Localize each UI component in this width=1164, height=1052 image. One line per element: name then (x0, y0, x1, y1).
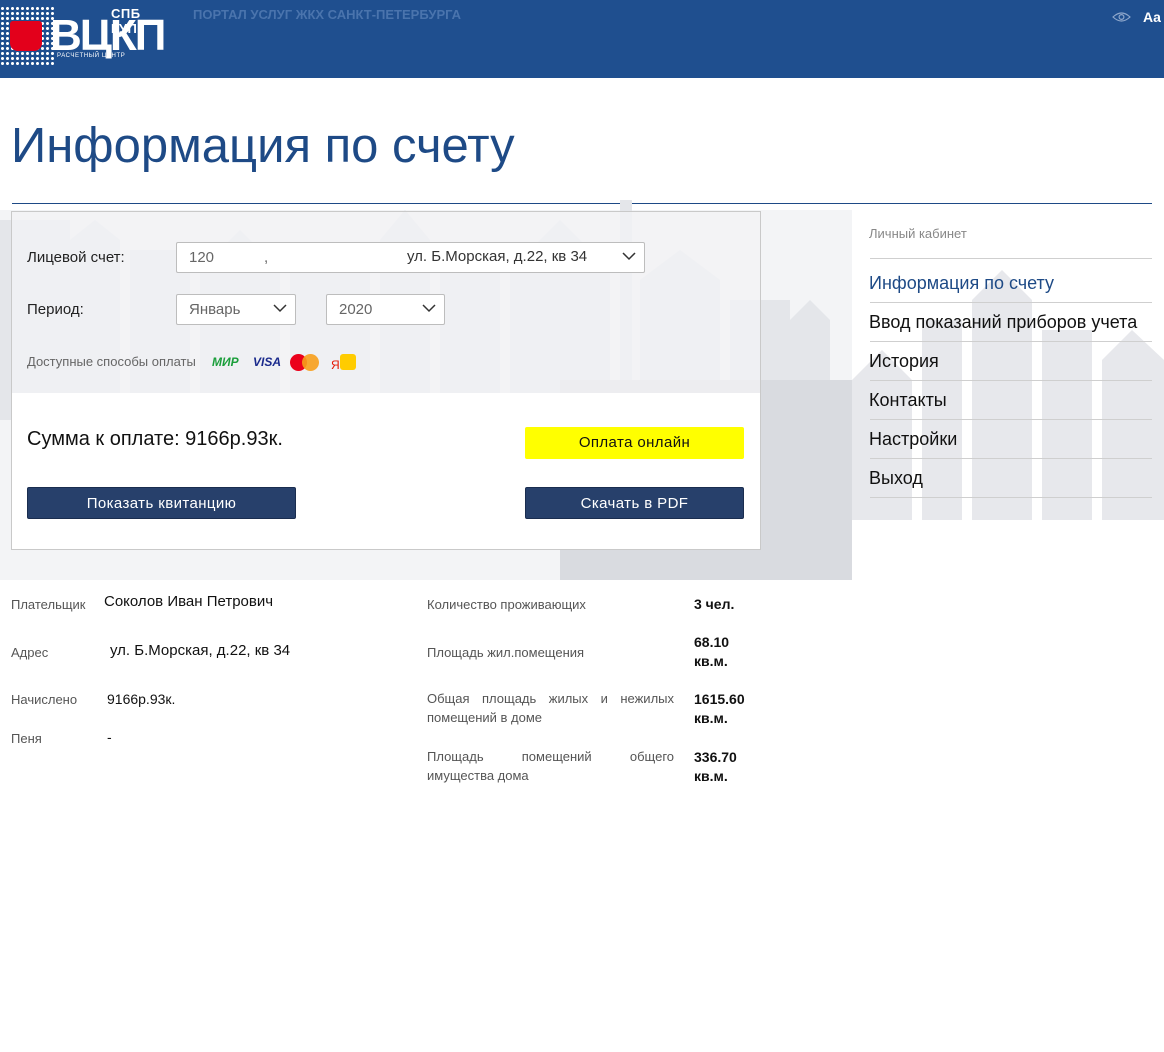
sidebar-divider (870, 258, 1152, 259)
sidebar-item-meter-readings[interactable]: Ввод показаний приборов учета (869, 312, 1137, 333)
sidebar-divider (870, 419, 1152, 420)
top-header: СПБ ГУП ВЦКП РАСЧЕТНЫЙ ЦЕНТР ПОРТАЛ УСЛУ… (0, 0, 1164, 78)
charged-label: Начислено (11, 692, 78, 707)
mastercard-logo-icon (290, 354, 320, 371)
month-value: Январь (189, 301, 241, 318)
amount-due: Сумма к оплате: 9166р.93к. (27, 428, 283, 450)
sidebar-item-settings[interactable]: Настройки (869, 429, 957, 450)
year-value: 2020 (339, 301, 373, 318)
total-area-label: Общая площадь жилых и нежилых помещений … (427, 691, 674, 725)
logo-sub-text: РАСЧЕТНЫЙ ЦЕНТР (57, 53, 126, 59)
visa-logo-icon: VISA (253, 355, 282, 369)
sidebar-divider (870, 341, 1152, 342)
residents-value: 3 чел. (694, 596, 735, 612)
sidebar-item-history[interactable]: История (869, 351, 939, 372)
logo-big-text: ВЦКП (50, 11, 166, 60)
vckp-logo[interactable]: СПБ ГУП ВЦКП РАСЧЕТНЫЙ ЦЕНТР (0, 4, 170, 66)
sidebar-item-account-info[interactable]: Информация по счету (869, 273, 1054, 294)
penalty-value: - (107, 729, 112, 745)
download-pdf-button[interactable]: Скачать в PDF (525, 487, 744, 519)
payer-value: Соколов Иван Петрович (104, 593, 274, 610)
month-select[interactable]: Январь (176, 294, 296, 325)
period-label: Период: (27, 301, 84, 318)
chevron-down-icon (622, 252, 636, 261)
eye-icon[interactable] (1112, 11, 1131, 23)
sidebar-divider (870, 302, 1152, 303)
yandex-wallet-icon (340, 354, 356, 370)
chevron-down-icon (273, 304, 287, 313)
account-label: Лицевой счет: (27, 249, 125, 266)
chevron-down-icon (422, 304, 436, 313)
payment-methods-label: Доступные способы оплаты (27, 354, 196, 369)
account-number: 120 (189, 249, 215, 266)
living-area-label: Площадь жил.помещения (427, 645, 585, 660)
show-receipt-button[interactable]: Показать квитанцию (27, 487, 296, 519)
sidebar-item-contacts[interactable]: Контакты (869, 390, 947, 411)
logo-shield-icon (10, 21, 42, 51)
residents-label: Количество проживающих (427, 597, 586, 612)
common-area-value: 336.70 кв.м. (694, 749, 737, 784)
sidebar-heading: Личный кабинет (869, 226, 967, 241)
portal-title: ПОРТАЛ УСЛУГ ЖКХ САНКТ-ПЕТЕРБУРГА (193, 7, 462, 22)
pay-online-button[interactable]: Оплата онлайн (525, 427, 744, 459)
penalty-label: Пеня (11, 731, 42, 746)
account-separator: , (264, 249, 269, 266)
page-title: Информация по счету (11, 119, 515, 173)
year-select[interactable]: 2020 (326, 294, 445, 325)
account-select[interactable]: 120 , ул. Б.Морская, д.22, кв 34 (176, 242, 645, 273)
common-area-label: Площадь помещений общего имущества дома (427, 749, 674, 783)
account-address: ул. Б.Морская, д.22, кв 34 (407, 248, 588, 265)
address-value: ул. Б.Морская, д.22, кв 34 (110, 642, 291, 659)
sidebar-divider (870, 458, 1152, 459)
yandex-money-logo-icon: Я (331, 358, 340, 372)
font-size-toggle[interactable]: Aa (1143, 9, 1161, 25)
living-area-value: 68.10 кв.м. (694, 634, 730, 669)
mir-logo-icon: МИР (212, 355, 239, 369)
address-label: Адрес (11, 645, 49, 660)
sidebar-divider (870, 497, 1152, 498)
payment-panel (12, 393, 760, 549)
total-area-value: 1615.60 кв.м. (694, 691, 745, 726)
sidebar-item-logout[interactable]: Выход (869, 468, 923, 489)
sidebar-divider (870, 380, 1152, 381)
payer-label: Плательщик (11, 597, 86, 612)
charged-value: 9166р.93к. (107, 691, 176, 707)
